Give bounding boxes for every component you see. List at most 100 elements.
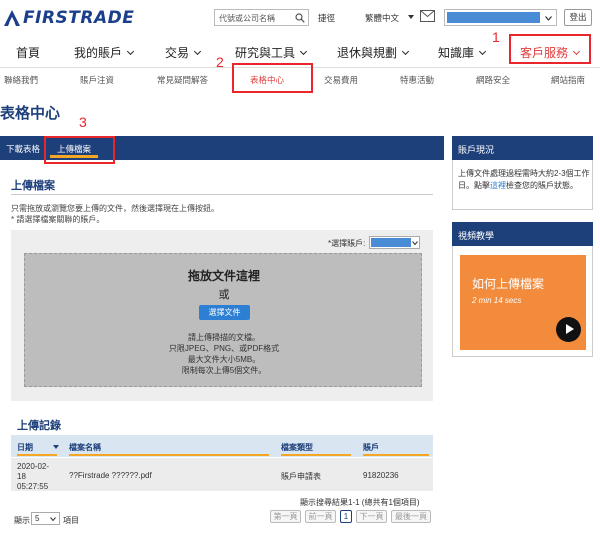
- chevron-down-icon: [412, 241, 418, 245]
- annotation-box-upload-tab: [44, 136, 115, 164]
- subnav-trading-fees[interactable]: 交易費用: [324, 74, 358, 86]
- play-icon[interactable]: [556, 317, 581, 342]
- nav-trade[interactable]: 交易: [165, 44, 202, 61]
- dropzone-note: 只限JPEG、PNG、或PDF格式: [168, 344, 280, 353]
- record-file-type: 賬戶申請表: [281, 472, 321, 481]
- account-selector[interactable]: [444, 9, 557, 26]
- top-bar: FIRSTRADE 代號或公司名稱 捷徑 繁體中文 登出: [0, 0, 600, 36]
- upload-account-note: * 請選擇檔案關聯的賬戶。: [11, 215, 105, 224]
- language-caret-icon[interactable]: [408, 15, 414, 19]
- account-status-text: 上傳文件處理過程需時大約2-3個工作日。點擊這裡檢查您的賬戶狀態。: [458, 168, 592, 192]
- subnav-contact-us[interactable]: 聯絡我們: [4, 74, 38, 86]
- records-section-title: 上傳記錄: [17, 420, 61, 432]
- search-icon[interactable]: [295, 13, 305, 23]
- subnav-online-security[interactable]: 網路安全: [476, 74, 510, 86]
- prev-page-button[interactable]: 前一頁: [305, 510, 336, 523]
- divider: [11, 194, 433, 195]
- subnav-site-guide[interactable]: 網站指南: [551, 74, 585, 86]
- column-underline: [17, 454, 57, 456]
- select-account-label: *選擇賬戶:: [328, 239, 366, 248]
- logout-button[interactable]: 登出: [564, 9, 592, 26]
- subnav-promotions[interactable]: 特惠活動: [400, 74, 434, 86]
- page-1-button[interactable]: 1: [340, 510, 352, 523]
- chevron-down-icon: [50, 517, 56, 521]
- annotation-number-3: 3: [79, 114, 87, 130]
- nav-home[interactable]: 首頁: [16, 44, 40, 61]
- language-selector[interactable]: 繁體中文: [365, 12, 399, 24]
- shortcut-link[interactable]: 捷徑: [318, 12, 335, 24]
- result-count-text: 顯示搜尋結果1-1 (總共有1個項目): [300, 498, 420, 507]
- nav-knowledge-base-label: 知識庫: [438, 46, 475, 60]
- page-size-select[interactable]: 5: [31, 512, 60, 525]
- annotation-box-forms-center: [232, 63, 313, 93]
- page-size-items-label: 項目: [63, 516, 79, 525]
- sort-desc-icon[interactable]: [53, 445, 59, 449]
- account-status-header: 賬戶現況: [452, 136, 593, 160]
- chevron-down-icon: [545, 16, 552, 21]
- first-page-button[interactable]: 第一頁: [270, 510, 301, 523]
- column-header-account[interactable]: 賬戶: [363, 442, 379, 453]
- video-thumbnail[interactable]: 如何上傳檔案 2 min 14 secs: [460, 255, 586, 350]
- record-date: 2020-02- 18 05:27:55: [17, 462, 67, 492]
- dropzone-note: 最大文件大小5MB。: [187, 355, 261, 364]
- last-page-button[interactable]: 最後一頁: [391, 510, 431, 523]
- column-underline: [69, 454, 269, 456]
- upload-section-title: 上傳檔案: [11, 180, 55, 192]
- annotation-number-1: 1: [492, 29, 500, 45]
- nav-retirement-planning[interactable]: 退休與規劃: [337, 44, 410, 61]
- nav-trade-label: 交易: [165, 46, 190, 60]
- column-header-file-name[interactable]: 檔案名稱: [69, 442, 101, 453]
- video-title: 如何上傳檔案: [472, 277, 545, 291]
- nav-retirement-planning-label: 退休與規劃: [337, 46, 398, 60]
- next-page-button[interactable]: 下一頁: [356, 510, 387, 523]
- annotation-box-customer-service: [509, 34, 591, 64]
- page-size-value: 5: [35, 514, 40, 523]
- record-file-name[interactable]: ??Firstrade ??????.pdf: [69, 471, 152, 480]
- dropzone-title: 拖放文件這裡: [187, 269, 260, 283]
- tab-download-forms[interactable]: 下載表格: [6, 143, 40, 155]
- nav-my-account[interactable]: 我的賬戶: [74, 44, 135, 61]
- chevron-down-icon: [193, 47, 202, 56]
- subnav-faq[interactable]: 常見疑問解答: [157, 74, 208, 86]
- chevron-down-icon: [401, 47, 410, 56]
- subnav-account-funding[interactable]: 賬戶注資: [80, 74, 114, 86]
- nav-knowledge-base[interactable]: 知識庫: [438, 44, 487, 61]
- logo-text: FIRSTRADE: [23, 8, 135, 28]
- page-title: 表格中心: [0, 105, 61, 122]
- record-date-line: 05:27:55: [17, 482, 49, 491]
- dropzone-note: 請上傳掃描的文檔。: [188, 333, 260, 342]
- status-link[interactable]: 這裡: [490, 181, 506, 190]
- account-selector-value: [447, 12, 540, 23]
- column-underline: [363, 454, 429, 456]
- annotation-number-2: 2: [216, 54, 224, 70]
- chevron-down-icon: [478, 47, 487, 56]
- video-tutorial-header: 視頻教學: [452, 222, 593, 246]
- choose-file-button[interactable]: 選擇文件: [199, 305, 250, 320]
- table-row[interactable]: 2020-02- 18 05:27:55 ??Firstrade ??????.…: [11, 458, 433, 491]
- nav-research-tools[interactable]: 研究與工具: [235, 44, 308, 61]
- record-account: 91820236: [363, 471, 399, 480]
- status-text-after: 檢查您的賬戶狀態。: [506, 181, 578, 190]
- firstrade-logo[interactable]: FIRSTRADE: [3, 8, 134, 28]
- record-date-line: 2020-02-: [17, 462, 50, 471]
- search-placeholder: 代號或公司名稱: [219, 14, 275, 23]
- mail-icon[interactable]: [420, 10, 435, 22]
- nav-research-tools-label: 研究與工具: [235, 46, 296, 60]
- logo-mark-icon: [4, 10, 20, 26]
- column-underline: [281, 454, 351, 456]
- symbol-search-input[interactable]: 代號或公司名稱: [214, 9, 309, 26]
- column-header-date[interactable]: 日期: [17, 442, 33, 453]
- column-header-file-type[interactable]: 檔案類型: [281, 442, 313, 453]
- nav-my-account-label: 我的賬戶: [74, 46, 123, 60]
- records-table-header: 日期 檔案名稱 檔案類型 賬戶: [11, 435, 433, 457]
- upload-account-select[interactable]: [369, 236, 420, 249]
- page-size-label: 顯示: [14, 516, 30, 525]
- record-date-line: 18: [17, 472, 26, 481]
- upload-help-text: 只需拖放或瀏覽您要上傳的文件，然後選擇現在上傳按鈕。: [11, 204, 219, 213]
- chevron-down-icon: [299, 47, 308, 56]
- dropzone-or: 或: [218, 289, 230, 301]
- upload-account-select-value: [371, 238, 411, 247]
- dropzone-note: 限制每次上傳5個文件。: [181, 366, 267, 375]
- file-dropzone[interactable]: 拖放文件這裡 或 選擇文件 請上傳掃描的文檔。 只限JPEG、PNG、或PDF格…: [24, 253, 422, 387]
- video-duration: 2 min 14 secs: [472, 296, 522, 305]
